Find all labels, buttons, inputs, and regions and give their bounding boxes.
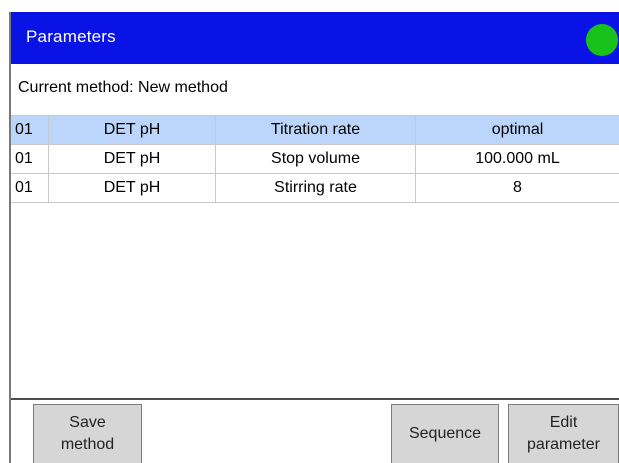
cell-number: 01 [11, 145, 49, 173]
cell-parameter: Stop volume [216, 145, 416, 173]
save-method-button[interactable]: Save method [33, 404, 142, 463]
cell-parameter: Titration rate [216, 116, 416, 144]
cell-value: 8 [513, 179, 522, 196]
edit-parameter-button[interactable]: Edit parameter [508, 404, 619, 463]
current-method-label: Current method: New method [18, 79, 228, 96]
cell-command: DET pH [49, 116, 216, 144]
cell-command: DET pH [49, 174, 216, 202]
status-indicator-icon [586, 24, 618, 56]
table-row[interactable]: 01 DET pH Stop volume 100.000 mL [11, 145, 619, 174]
cell-number: 01 [11, 174, 49, 202]
cell-number: 01 [11, 116, 49, 144]
cell-command: DET pH [49, 145, 216, 173]
window-title: Parameters [26, 27, 116, 46]
cell-parameter: Stirring rate [216, 174, 416, 202]
cell-value: optimal [491, 121, 544, 138]
current-method-bar: Current method: New method [11, 64, 619, 116]
table-row[interactable]: 01 DET pH Titration rate optimal [11, 116, 619, 145]
cell-value: 100.000 mL [475, 150, 560, 167]
parameter-table: 01 DET pH Titration rate optimal 01 DET … [11, 116, 619, 203]
sequence-button[interactable]: Sequence [391, 404, 499, 463]
button-bar-divider [11, 398, 619, 400]
table-row[interactable]: 01 DET pH Stirring rate 8 [11, 174, 619, 203]
parameters-window: Parameters Current method: New method 01… [9, 12, 619, 463]
title-bar: Parameters [11, 12, 619, 64]
